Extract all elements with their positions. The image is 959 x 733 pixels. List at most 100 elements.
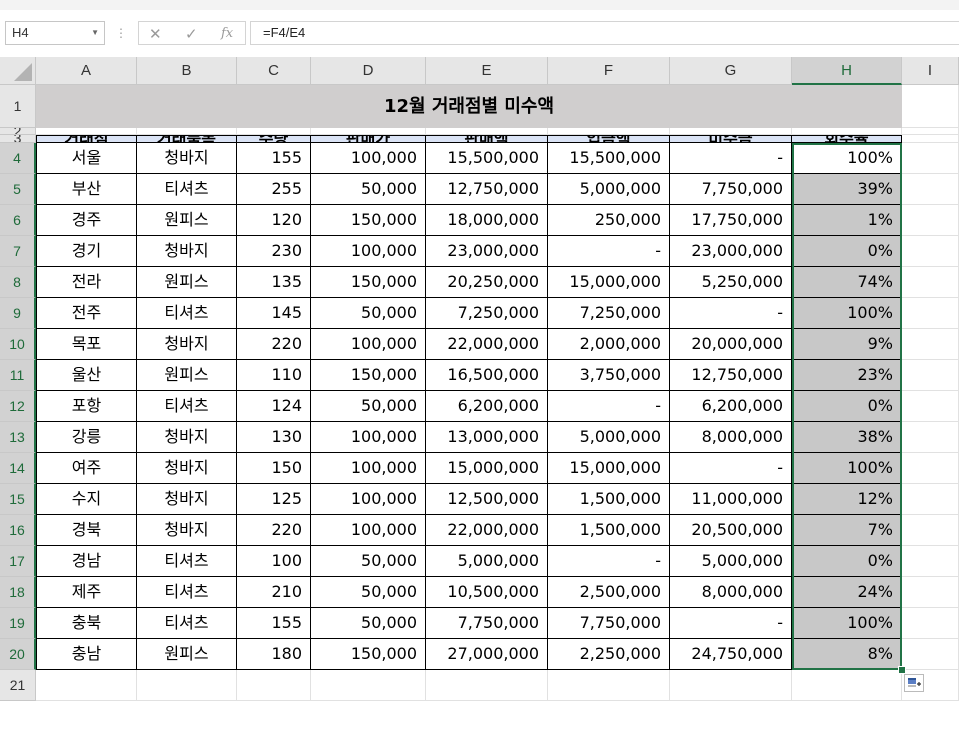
table-cell[interactable]: 경주 xyxy=(36,205,137,236)
cell[interactable] xyxy=(902,608,959,639)
table-cell[interactable]: 38% xyxy=(792,422,902,453)
table-cell[interactable]: 7,750,000 xyxy=(426,608,548,639)
table-cell[interactable]: 100,000 xyxy=(311,422,426,453)
column-title-cell[interactable]: 거래품목 xyxy=(137,135,237,143)
table-cell[interactable]: 20,000,000 xyxy=(670,329,792,360)
table-cell[interactable]: 12,500,000 xyxy=(426,484,548,515)
cell[interactable] xyxy=(670,128,792,135)
row-header-9[interactable]: 9 xyxy=(0,298,36,329)
row-header-10[interactable]: 10 xyxy=(0,329,36,360)
table-cell[interactable]: 7,750,000 xyxy=(670,174,792,205)
select-all-button[interactable] xyxy=(0,57,36,85)
cell[interactable] xyxy=(902,391,959,422)
table-cell[interactable]: 부산 xyxy=(36,174,137,205)
table-cell[interactable]: 제주 xyxy=(36,577,137,608)
table-cell[interactable]: 100,000 xyxy=(311,236,426,267)
table-cell[interactable]: 50,000 xyxy=(311,174,426,205)
cell[interactable] xyxy=(902,128,959,135)
column-title-cell[interactable]: 수량 xyxy=(237,135,311,143)
table-cell[interactable]: 22,000,000 xyxy=(426,329,548,360)
table-cell[interactable]: 7,250,000 xyxy=(548,298,670,329)
table-cell[interactable]: 100% xyxy=(792,608,902,639)
table-cell[interactable]: 11,000,000 xyxy=(670,484,792,515)
row-header-4[interactable]: 4 xyxy=(0,143,36,174)
table-cell[interactable]: 15,000,000 xyxy=(426,453,548,484)
table-cell[interactable]: - xyxy=(670,298,792,329)
row-header-12[interactable]: 12 xyxy=(0,391,36,422)
table-cell[interactable]: 티셔츠 xyxy=(137,577,237,608)
table-cell[interactable]: 티셔츠 xyxy=(137,174,237,205)
table-cell[interactable]: 전주 xyxy=(36,298,137,329)
row-header-1[interactable]: 1 xyxy=(0,85,36,128)
fx-icon[interactable]: fx xyxy=(221,26,233,41)
table-cell[interactable]: 포항 xyxy=(36,391,137,422)
table-cell[interactable]: 청바지 xyxy=(137,515,237,546)
row-header-18[interactable]: 18 xyxy=(0,577,36,608)
table-cell[interactable]: 16,500,000 xyxy=(426,360,548,391)
table-cell[interactable]: 청바지 xyxy=(137,484,237,515)
cell[interactable] xyxy=(902,546,959,577)
cell[interactable] xyxy=(237,128,311,135)
cell[interactable] xyxy=(426,128,548,135)
table-cell[interactable]: 74% xyxy=(792,267,902,298)
table-cell[interactable]: - xyxy=(670,143,792,174)
column-header-a[interactable]: A xyxy=(36,57,137,85)
table-cell[interactable]: 청바지 xyxy=(137,329,237,360)
table-cell[interactable]: 티셔츠 xyxy=(137,391,237,422)
table-cell[interactable]: 150,000 xyxy=(311,205,426,236)
formula-input[interactable]: =F4/E4 xyxy=(250,21,959,45)
table-cell[interactable]: 충북 xyxy=(36,608,137,639)
table-cell[interactable]: 15,500,000 xyxy=(426,143,548,174)
table-cell[interactable]: 강릉 xyxy=(36,422,137,453)
table-cell[interactable]: 100% xyxy=(792,143,902,174)
cell[interactable] xyxy=(426,670,548,701)
row-header-6[interactable]: 6 xyxy=(0,205,36,236)
table-cell[interactable]: 23,000,000 xyxy=(670,236,792,267)
table-cell[interactable]: 17,750,000 xyxy=(670,205,792,236)
table-cell[interactable]: 220 xyxy=(237,329,311,360)
row-header-13[interactable]: 13 xyxy=(0,422,36,453)
column-header-h[interactable]: H xyxy=(792,57,902,85)
row-header-5[interactable]: 5 xyxy=(0,174,36,205)
table-cell[interactable]: 15,000,000 xyxy=(548,267,670,298)
cell[interactable] xyxy=(902,236,959,267)
spreadsheet-grid[interactable]: ABCDEFGHI1234567891011121314151617181920… xyxy=(0,57,959,733)
table-cell[interactable]: 15,500,000 xyxy=(548,143,670,174)
row-header-16[interactable]: 16 xyxy=(0,515,36,546)
table-cell[interactable]: 135 xyxy=(237,267,311,298)
table-cell[interactable]: 경기 xyxy=(36,236,137,267)
column-header-e[interactable]: E xyxy=(426,57,548,85)
column-header-g[interactable]: G xyxy=(670,57,792,85)
table-cell[interactable]: 청바지 xyxy=(137,453,237,484)
table-cell[interactable]: 255 xyxy=(237,174,311,205)
row-header-19[interactable]: 19 xyxy=(0,608,36,639)
column-title-cell[interactable]: 거래점 xyxy=(36,135,137,143)
table-cell[interactable]: 150,000 xyxy=(311,267,426,298)
table-cell[interactable]: 20,250,000 xyxy=(426,267,548,298)
cell[interactable] xyxy=(902,577,959,608)
table-cell[interactable]: 원피스 xyxy=(137,360,237,391)
column-title-cell[interactable]: 미수금 xyxy=(670,135,792,143)
table-cell[interactable]: 50,000 xyxy=(311,608,426,639)
table-cell[interactable]: 100% xyxy=(792,298,902,329)
table-cell[interactable]: 8% xyxy=(792,639,902,670)
table-cell[interactable]: 1,500,000 xyxy=(548,484,670,515)
row-header-17[interactable]: 17 xyxy=(0,546,36,577)
table-cell[interactable]: 청바지 xyxy=(137,143,237,174)
table-cell[interactable]: 125 xyxy=(237,484,311,515)
table-cell[interactable]: 12,750,000 xyxy=(670,360,792,391)
cell[interactable] xyxy=(902,639,959,670)
cell[interactable] xyxy=(902,484,959,515)
table-cell[interactable]: 100,000 xyxy=(311,484,426,515)
cell[interactable] xyxy=(792,670,902,701)
table-cell[interactable]: 180 xyxy=(237,639,311,670)
cell[interactable] xyxy=(902,360,959,391)
table-cell[interactable]: 27,000,000 xyxy=(426,639,548,670)
fill-handle[interactable] xyxy=(898,666,906,674)
cell[interactable] xyxy=(137,670,237,701)
table-cell[interactable]: 124 xyxy=(237,391,311,422)
table-cell[interactable]: 23,000,000 xyxy=(426,236,548,267)
table-cell[interactable]: 여주 xyxy=(36,453,137,484)
cell[interactable] xyxy=(902,329,959,360)
table-cell[interactable]: 24,750,000 xyxy=(670,639,792,670)
